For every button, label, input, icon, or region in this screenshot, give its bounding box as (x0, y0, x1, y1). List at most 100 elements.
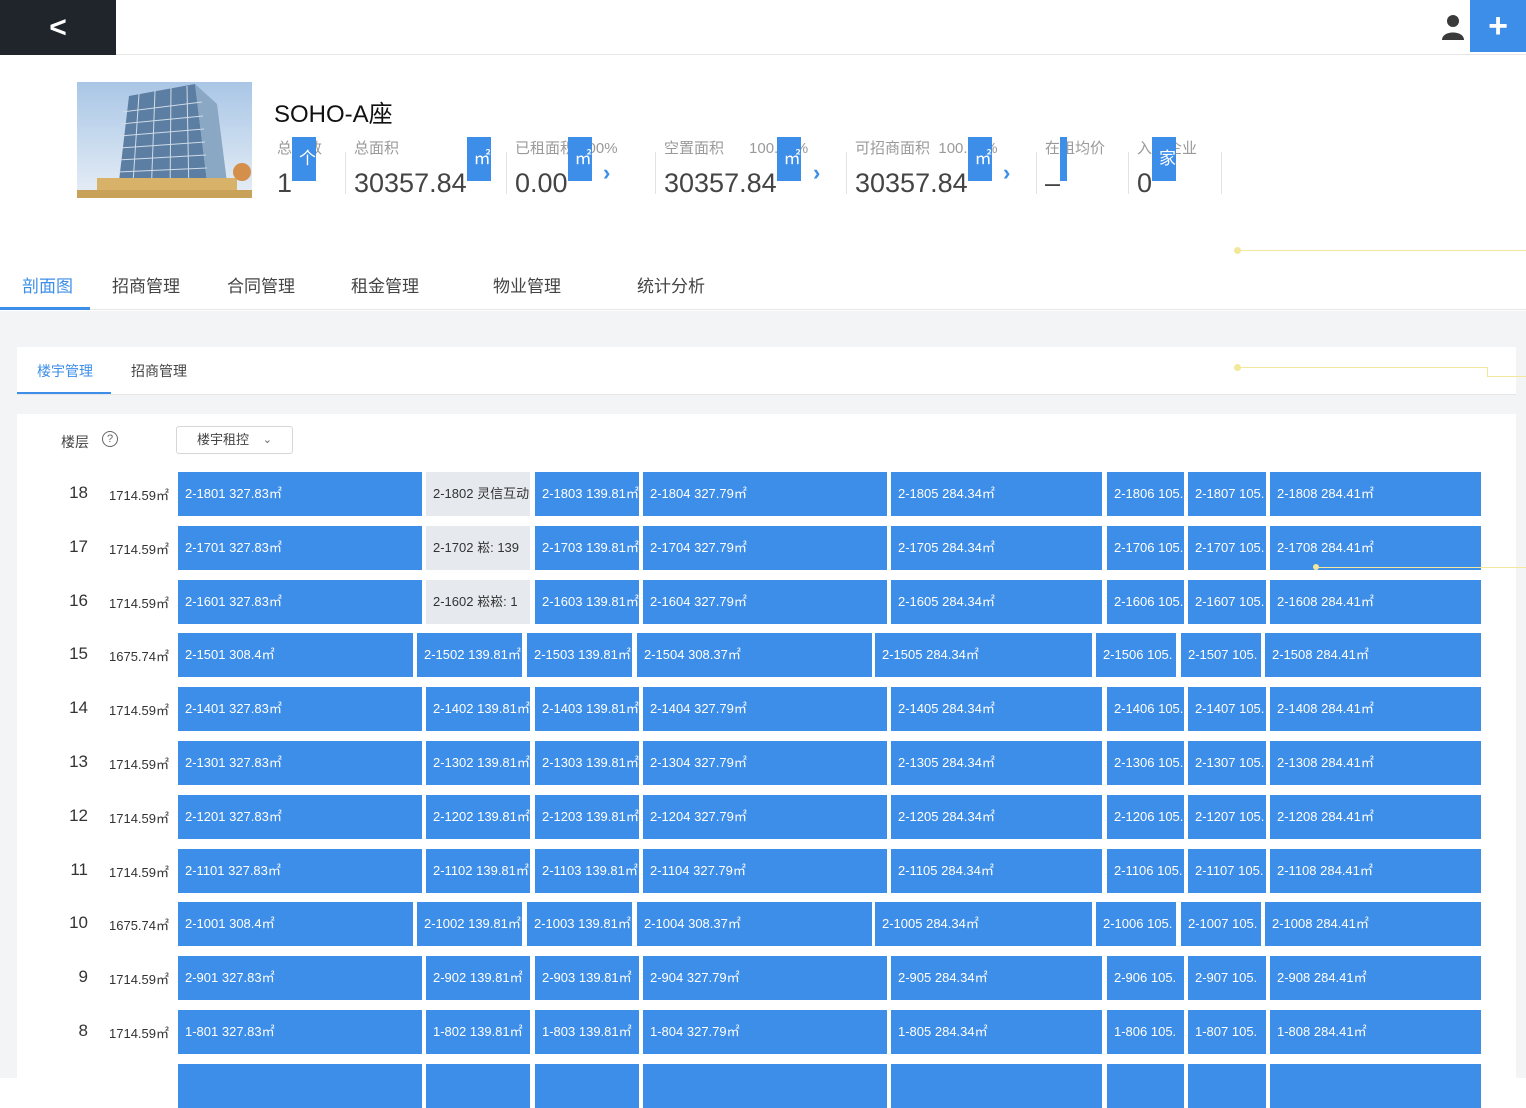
unit-cell[interactable]: 2-1302 139.81㎡ (426, 741, 530, 785)
unit-cell[interactable]: 1-805 284.34㎡ (891, 1010, 1102, 1054)
unit-cell[interactable]: 2-1105 284.34㎡ (891, 849, 1102, 893)
unit-cell[interactable] (535, 1064, 639, 1108)
unit-cell[interactable]: 2-1206 105. (1107, 795, 1184, 839)
unit-cell[interactable]: 2-1007 105. (1181, 902, 1261, 946)
chevron-right-icon[interactable]: › (1003, 160, 1010, 186)
unit-cell[interactable]: 2-1304 327.79㎡ (643, 741, 887, 785)
unit-cell[interactable]: 2-1508 284.41㎡ (1265, 633, 1481, 677)
unit-cell[interactable] (1188, 1064, 1266, 1108)
unit-cell[interactable]: 2-1801 327.83㎡ (178, 472, 422, 516)
unit-cell[interactable]: 2-1607 105. (1188, 580, 1266, 624)
question-circle-icon[interactable]: ? (102, 431, 118, 447)
unit-cell[interactable]: 2-908 284.41㎡ (1270, 956, 1481, 1000)
unit-cell[interactable]: 2-1303 139.81㎡ (535, 741, 639, 785)
unit-cell[interactable]: 2-1108 284.41㎡ (1270, 849, 1481, 893)
stat-leasable-area[interactable]: 可招商面积 100.00% 30357.84㎡ (855, 137, 998, 199)
unit-cell[interactable]: 2-1306 105. (1107, 741, 1184, 785)
unit-cell[interactable]: 2-1506 105. (1096, 633, 1176, 677)
unit-cell[interactable]: 2-1308 284.41㎡ (1270, 741, 1481, 785)
stat-vacant-area[interactable]: 空置面积 100.00% 30357.84㎡ (664, 137, 808, 199)
user-icon[interactable] (1441, 14, 1465, 40)
unit-cell[interactable]: 2-1406 105. (1107, 687, 1184, 731)
unit-cell[interactable]: 2-1702 崧: 139 (426, 526, 530, 570)
unit-cell[interactable]: 1-808 284.41㎡ (1270, 1010, 1481, 1054)
unit-cell[interactable]: 2-1603 139.81㎡ (535, 580, 639, 624)
unit-cell[interactable]: 2-902 139.81㎡ (426, 956, 530, 1000)
unit-cell[interactable]: 2-1101 327.83㎡ (178, 849, 422, 893)
unit-cell[interactable]: 1-804 327.79㎡ (643, 1010, 887, 1054)
unit-cell[interactable]: 2-1505 284.34㎡ (875, 633, 1092, 677)
unit-cell[interactable]: 2-1601 327.83㎡ (178, 580, 422, 624)
unit-cell[interactable]: 2-1701 327.83㎡ (178, 526, 422, 570)
unit-cell[interactable]: 2-905 284.34㎡ (891, 956, 1102, 1000)
unit-cell[interactable]: 2-1208 284.41㎡ (1270, 795, 1481, 839)
unit-cell[interactable]: 2-1606 105. (1107, 580, 1184, 624)
unit-cell[interactable]: 1-807 105. (1188, 1010, 1266, 1054)
unit-cell[interactable]: 2-1405 284.34㎡ (891, 687, 1102, 731)
unit-cell[interactable]: 2-1803 139.81㎡ (535, 472, 639, 516)
unit-cell[interactable]: 2-1805 284.34㎡ (891, 472, 1102, 516)
unit-cell[interactable]: 2-1503 139.81㎡ (527, 633, 632, 677)
tab-leasing[interactable]: 招商管理 (112, 272, 180, 297)
unit-cell[interactable]: 2-1708 284.41㎡ (1270, 526, 1481, 570)
unit-cell[interactable]: 2-1402 139.81㎡ (426, 687, 530, 731)
unit-cell[interactable]: 2-1507 105. (1181, 633, 1261, 677)
unit-cell[interactable]: 2-1605 284.34㎡ (891, 580, 1102, 624)
tab-contracts[interactable]: 合同管理 (227, 272, 295, 297)
unit-cell[interactable]: 2-1501 308.4㎡ (178, 633, 413, 677)
unit-cell[interactable]: 2-1704 327.79㎡ (643, 526, 887, 570)
unit-cell[interactable]: 2-1003 139.81㎡ (527, 902, 632, 946)
unit-cell[interactable]: 2-1705 284.34㎡ (891, 526, 1102, 570)
unit-cell[interactable]: 1-802 139.81㎡ (426, 1010, 530, 1054)
unit-cell[interactable]: 2-1207 105. (1188, 795, 1266, 839)
unit-cell[interactable]: 2-1707 105. (1188, 526, 1266, 570)
unit-cell[interactable]: 2-1502 139.81㎡ (417, 633, 522, 677)
unit-cell[interactable]: 2-1604 327.79㎡ (643, 580, 887, 624)
unit-cell[interactable]: 2-901 327.83㎡ (178, 956, 422, 1000)
unit-cell[interactable]: 2-1403 139.81㎡ (535, 687, 639, 731)
tab-property[interactable]: 物业管理 (493, 272, 561, 297)
unit-cell[interactable]: 2-1008 284.41㎡ (1265, 902, 1481, 946)
unit-cell[interactable]: 2-903 139.81㎡ (535, 956, 639, 1000)
unit-cell[interactable] (178, 1064, 422, 1108)
unit-cell[interactable]: 2-1404 327.79㎡ (643, 687, 887, 731)
unit-cell[interactable]: 2-1106 105. (1107, 849, 1184, 893)
unit-cell[interactable]: 2-1408 284.41㎡ (1270, 687, 1481, 731)
unit-cell[interactable] (426, 1064, 530, 1108)
unit-cell[interactable]: 2-1703 139.81㎡ (535, 526, 639, 570)
unit-cell[interactable]: 2-1002 139.81㎡ (417, 902, 522, 946)
unit-cell[interactable]: 2-1204 327.79㎡ (643, 795, 887, 839)
unit-cell[interactable]: 2-1608 284.41㎡ (1270, 580, 1481, 624)
unit-cell[interactable]: 2-1504 308.37㎡ (637, 633, 872, 677)
unit-cell[interactable]: 2-1205 284.34㎡ (891, 795, 1102, 839)
unit-cell[interactable]: 2-1006 105. (1096, 902, 1176, 946)
unit-cell[interactable]: 2-1305 284.34㎡ (891, 741, 1102, 785)
rent-control-select[interactable]: 楼宇租控 ⌄ (176, 426, 293, 454)
unit-cell[interactable]: 2-1102 139.81㎡ (426, 849, 530, 893)
unit-cell[interactable]: 2-1107 105. (1188, 849, 1266, 893)
subtab-leasing-management[interactable]: 招商管理 (131, 361, 187, 381)
back-button[interactable]: < (0, 0, 116, 55)
unit-cell[interactable]: 2-1201 327.83㎡ (178, 795, 422, 839)
unit-cell[interactable] (891, 1064, 1102, 1108)
unit-cell[interactable]: 2-1602 崧崧: 1 (426, 580, 530, 624)
unit-cell[interactable]: 2-1806 105. (1107, 472, 1184, 516)
tab-section-view[interactable]: 剖面图 (22, 272, 73, 297)
unit-cell[interactable] (1270, 1064, 1481, 1108)
add-button[interactable]: + (1470, 0, 1526, 52)
unit-cell[interactable]: 2-1005 284.34㎡ (875, 902, 1092, 946)
chevron-right-icon[interactable]: › (603, 160, 610, 186)
unit-cell[interactable]: 2-904 327.79㎡ (643, 956, 887, 1000)
unit-cell[interactable]: 2-1103 139.81㎡ (535, 849, 639, 893)
unit-cell[interactable]: 2-1807 105. (1188, 472, 1266, 516)
chevron-right-icon[interactable]: › (813, 160, 820, 186)
unit-cell[interactable]: 2-907 105. (1188, 956, 1266, 1000)
unit-cell[interactable]: 2-1001 308.4㎡ (178, 902, 413, 946)
unit-cell[interactable]: 2-1104 327.79㎡ (643, 849, 887, 893)
unit-cell[interactable] (643, 1064, 887, 1108)
unit-cell[interactable]: 2-906 105. (1107, 956, 1184, 1000)
unit-cell[interactable]: 2-1407 105. (1188, 687, 1266, 731)
tab-statistics[interactable]: 统计分析 (637, 272, 705, 297)
unit-cell[interactable]: 2-1004 308.37㎡ (637, 902, 872, 946)
subtab-building-management[interactable]: 楼宇管理 (37, 361, 93, 381)
